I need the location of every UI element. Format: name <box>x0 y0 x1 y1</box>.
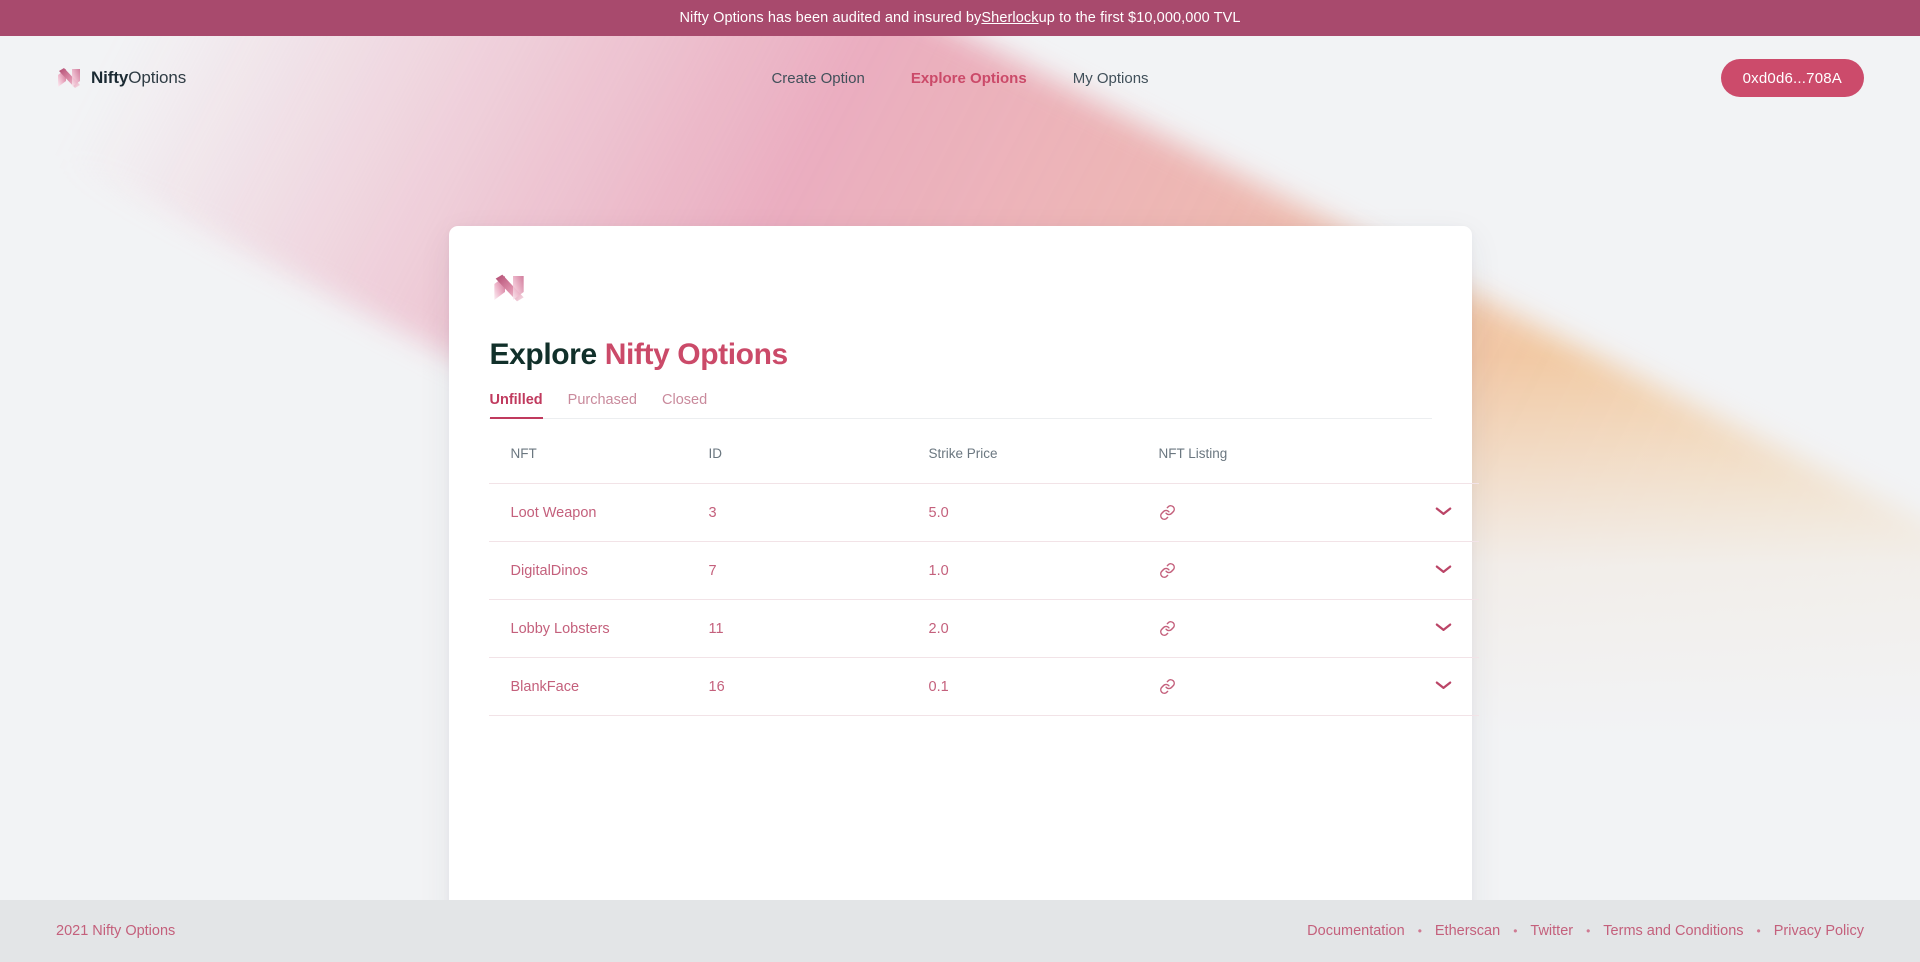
footer-link-terms-and-conditions[interactable]: Terms and Conditions <box>1603 923 1743 939</box>
footer-links: Documentation • Etherscan • Twitter • Te… <box>1307 923 1864 939</box>
cell-nft-listing <box>1158 483 1359 542</box>
footer-copyright: 2021 Nifty Options <box>56 923 176 939</box>
wallet-address-button[interactable]: 0xd0d6...708A <box>1720 59 1864 97</box>
cell-expand <box>1358 599 1479 658</box>
cell-expand <box>1358 483 1479 542</box>
cell-nft-name: BlankFace <box>488 657 709 716</box>
column-header-expand <box>1359 419 1479 484</box>
tab-closed[interactable]: Closed <box>662 392 707 419</box>
page-title-dark: Explore <box>489 338 598 371</box>
link-icon[interactable] <box>1159 562 1176 579</box>
nav-item-my-options[interactable]: My Options <box>1073 70 1149 87</box>
main-content-area: Explore Nifty Options Unfilled Purchased… <box>0 120 1920 926</box>
cell-strike-price: 2.0 <box>928 599 1159 658</box>
cell-expand <box>1358 541 1479 600</box>
banner-text-after: up to the first $10,000,000 TVL <box>1038 10 1241 26</box>
site-header: NiftyOptions Create Option Explore Optio… <box>0 36 1920 120</box>
column-header-id: ID <box>708 446 723 461</box>
cell-id: 3 <box>708 483 929 542</box>
options-table: NFT ID Strike Price NFT Listing Loot Wea… <box>488 419 1479 716</box>
table-body: Loot Weapon 3 5.0 DigitalDinos 7 1.0 Lob… <box>488 483 1479 716</box>
footer-link-etherscan[interactable]: Etherscan <box>1435 923 1500 939</box>
sherlock-link[interactable]: Sherlock <box>981 10 1038 26</box>
explore-options-card: Explore Nifty Options Unfilled Purchased… <box>448 226 1479 926</box>
brand-name-light: Options <box>128 68 187 87</box>
cell-nft-name: Loot Weapon <box>488 483 709 542</box>
table-row[interactable]: DigitalDinos 7 1.0 <box>488 541 1479 600</box>
cell-nft-listing <box>1158 541 1359 600</box>
page-title: Explore Nifty Options <box>490 338 1432 372</box>
cell-nft-listing <box>1158 657 1359 716</box>
link-icon[interactable] <box>1159 620 1176 637</box>
footer-link-twitter[interactable]: Twitter <box>1530 923 1573 939</box>
nav-item-explore-options[interactable]: Explore Options <box>911 70 1027 87</box>
table-row[interactable]: Loot Weapon 3 5.0 <box>488 483 1479 542</box>
tab-purchased[interactable]: Purchased <box>568 392 637 419</box>
column-header-nft-listing: NFT Listing <box>1158 446 1228 461</box>
chevron-down-icon[interactable] <box>1434 621 1453 633</box>
chevron-down-icon[interactable] <box>1434 679 1453 691</box>
brand-name-bold: Nifty <box>91 68 129 87</box>
cell-strike-price: 5.0 <box>928 483 1159 542</box>
cell-strike-price: 1.0 <box>928 541 1159 600</box>
options-tabs: Unfilled Purchased Closed <box>488 392 1432 419</box>
footer-separator: • <box>1417 924 1422 938</box>
brand-logo[interactable]: NiftyOptions <box>56 66 186 90</box>
cell-nft-listing <box>1158 599 1359 658</box>
tab-unfilled[interactable]: Unfilled <box>489 392 543 419</box>
footer-link-privacy-policy[interactable]: Privacy Policy <box>1774 923 1864 939</box>
nifty-options-logo-icon <box>493 274 524 302</box>
cell-id: 11 <box>708 599 929 658</box>
footer-separator: • <box>1586 924 1591 938</box>
link-icon[interactable] <box>1159 678 1176 695</box>
cell-id: 16 <box>708 657 929 716</box>
table-header: NFT ID Strike Price NFT Listing <box>489 419 1479 484</box>
column-header-strike-price: Strike Price <box>928 446 998 461</box>
table-header-row: NFT ID Strike Price NFT Listing <box>489 419 1479 484</box>
site-footer: 2021 Nifty Options Documentation • Ether… <box>0 900 1920 962</box>
main-navigation: Create Option Explore Options My Options <box>771 70 1148 87</box>
page-title-accent: Nifty Options <box>604 338 789 371</box>
table-row[interactable]: Lobby Lobsters 11 2.0 <box>488 599 1479 658</box>
chevron-down-icon[interactable] <box>1434 563 1453 575</box>
link-icon[interactable] <box>1159 504 1176 521</box>
nifty-options-logo-icon <box>58 68 80 88</box>
footer-separator: • <box>1756 924 1761 938</box>
cell-strike-price: 0.1 <box>928 657 1159 716</box>
footer-link-documentation[interactable]: Documentation <box>1307 923 1405 939</box>
cell-id: 7 <box>708 541 929 600</box>
brand-name: NiftyOptions <box>91 68 186 88</box>
chevron-down-icon[interactable] <box>1434 505 1453 517</box>
footer-separator: • <box>1513 924 1518 938</box>
nav-item-create-option[interactable]: Create Option <box>771 70 864 87</box>
banner-text-before: Nifty Options has been audited and insur… <box>679 10 982 26</box>
cell-nft-name: Lobby Lobsters <box>488 599 709 658</box>
column-header-nft: NFT <box>510 446 537 461</box>
cell-nft-name: DigitalDinos <box>488 541 709 600</box>
cell-expand <box>1358 657 1479 716</box>
announcement-banner: Nifty Options has been audited and insur… <box>0 0 1920 36</box>
table-row[interactable]: BlankFace 16 0.1 <box>488 657 1479 716</box>
